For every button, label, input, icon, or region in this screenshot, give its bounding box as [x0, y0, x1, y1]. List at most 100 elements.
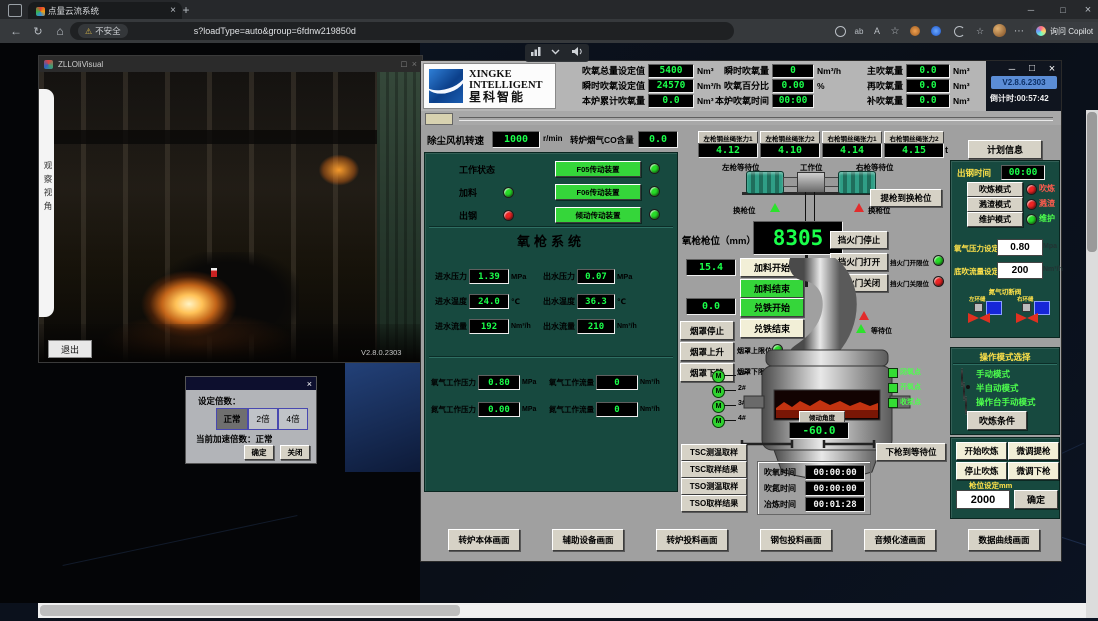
field-value: 0.0 [648, 94, 694, 108]
viewer-exit-button[interactable]: 退出 [48, 340, 92, 358]
nav-converter-charging[interactable]: 转炉投料画面 [656, 529, 728, 551]
tsc-measure-button[interactable]: TSC测温取样 [681, 444, 747, 461]
trim-raise-button[interactable]: 微调提枪 [1008, 442, 1059, 460]
home-icon[interactable]: ⌂ [50, 21, 70, 41]
browser-tab[interactable]: 点量云流系统 × [28, 2, 182, 19]
viewer-maximize-icon[interactable]: □ [401, 59, 406, 69]
valve-m-4[interactable]: M [712, 415, 725, 428]
hmi-minimize-icon[interactable]: ─ [1004, 62, 1020, 75]
new-tab-icon[interactable]: + [178, 2, 194, 18]
viewer-close-icon[interactable]: × [412, 59, 417, 69]
favorites-star-icon[interactable]: ☆ [887, 22, 903, 40]
blow-condition-button[interactable]: 吹炼条件 [967, 411, 1027, 430]
bottom-flow-input[interactable]: 200 [997, 262, 1043, 279]
refresh-icon[interactable]: ↻ [28, 21, 48, 41]
nav-data-curves[interactable]: 数据曲线画面 [968, 529, 1040, 551]
hmi-version-badge: V2.8.6.2303 [991, 76, 1057, 89]
drive-f05-button[interactable]: F05传动装置 [555, 161, 641, 177]
copilot-button[interactable]: 询问 Copilot [1031, 22, 1098, 40]
read-aloud-icon[interactable]: A [869, 22, 885, 40]
dialog-close-icon[interactable]: × [307, 379, 312, 389]
field-unit: MPa [522, 406, 544, 413]
horizontal-scrollbar-thumb[interactable] [40, 605, 460, 616]
nav-ladle-charging[interactable]: 钢包投料画面 [760, 529, 832, 551]
drive-f06-button[interactable]: F06传动装置 [555, 184, 641, 200]
lance-set-input[interactable]: 2000 [956, 490, 1010, 509]
viewer-window: ZLLOliVisual □ × 观察视角 退出 V2.8.0.2303 [38, 55, 423, 363]
tension-value: 4.10 [760, 143, 820, 158]
speed-dialog-titlebar[interactable]: × [186, 377, 316, 390]
warning-icon: ⚠ [85, 27, 92, 36]
nav-audio-slag[interactable]: 音频化渣画面 [864, 529, 936, 551]
stream-toolbar [525, 44, 589, 62]
extension-icon-3[interactable] [951, 22, 967, 40]
field-value: 1.39 [469, 269, 509, 284]
tsc-result-button[interactable]: TSC取样结果 [681, 461, 747, 478]
reader-icon[interactable] [832, 22, 848, 40]
collections-icon[interactable]: ☆ [972, 22, 988, 40]
tso-measure-button[interactable]: TSO测温取样 [681, 478, 747, 495]
lower-to-wait-button[interactable]: 下枪到等待位 [876, 443, 946, 461]
raise-to-swap-button[interactable]: 提枪到换枪位 [870, 189, 942, 207]
extension-icon-2[interactable] [931, 26, 941, 36]
field-value: 0 [596, 402, 638, 417]
lance-system-title: 氧枪系统 [425, 231, 677, 250]
valve-m-3[interactable]: M [712, 400, 725, 413]
tab-layout-icon[interactable] [8, 4, 22, 17]
water-row: 进水压力 1.39 MPa 出水压力 0.07 MPa [429, 269, 673, 284]
profile-avatar[interactable] [993, 24, 1006, 37]
address-bar[interactable]: ⚠ 不安全 s?loadType=auto&group=6fdnw219850d [70, 22, 734, 40]
hood-up-button[interactable]: 烟罩上升 [680, 342, 734, 361]
tso-result-button[interactable]: TSO取样结果 [681, 495, 747, 512]
viewer-titlebar[interactable]: ZLLOliVisual □ × [39, 56, 422, 72]
stop-blow-button[interactable]: 停止吹炼 [956, 462, 1007, 480]
tab-close-icon[interactable]: × [170, 5, 176, 16]
browser-close-icon[interactable]: × [1078, 0, 1098, 19]
trim-lower-button[interactable]: 微调下枪 [1008, 462, 1059, 480]
speed-option-2x[interactable]: 2倍 [248, 408, 278, 430]
stats-chart-icon[interactable] [530, 44, 541, 62]
nav-auxiliary-equipment[interactable]: 辅助设备画面 [552, 529, 624, 551]
slag-mode-button[interactable]: 溅渣模式 [967, 197, 1023, 212]
dialog-close-button[interactable]: 关闭 [280, 445, 310, 460]
n2-time-label: 吹氮时间 [764, 483, 796, 494]
horizontal-scrollbar[interactable] [38, 603, 1086, 618]
dictionary-icon[interactable]: ab [851, 22, 867, 40]
nav-converter-body[interactable]: 转炉本体画面 [448, 529, 520, 551]
fan-speed-label: 除尘风机转速 [427, 133, 484, 147]
browser-minimize-icon[interactable]: ─ [1018, 0, 1044, 19]
lance-set-confirm-button[interactable]: 确定 [1014, 490, 1058, 509]
maintain-mode-button[interactable]: 维护模式 [967, 212, 1023, 227]
o2-pressure-input[interactable]: 0.80 [997, 239, 1043, 256]
security-chip[interactable]: ⚠ 不安全 [78, 24, 128, 38]
hood-stop-button[interactable]: 烟罩停止 [680, 321, 734, 340]
viewer-scene[interactable] [39, 72, 422, 362]
valve-m-2[interactable]: M [712, 385, 725, 398]
hmi-maximize-icon[interactable]: □ [1024, 62, 1040, 75]
speed-dialog: × 设定倍数： 正常 2倍 4倍 当前加速倍数：正常 确定 关闭 [185, 376, 317, 464]
hood-down-button[interactable]: 烟罩下降 [680, 363, 734, 382]
firedoor-stop-button[interactable]: 挡火门停止 [830, 231, 888, 249]
blow-mode-button[interactable]: 吹炼模式 [967, 182, 1023, 197]
viewer-side-tab[interactable]: 观察视角 [39, 89, 54, 317]
speed-option-4x[interactable]: 4倍 [278, 408, 308, 430]
plan-info-button[interactable]: 计划信息 [968, 140, 1042, 159]
field-unit: ℃ [511, 297, 535, 306]
valve-m-1[interactable]: M [712, 370, 725, 383]
o2-time-label: 吹氧时间 [764, 467, 796, 478]
o2-pressure-label: 氧气压力设定 [954, 243, 999, 254]
chevron-down-icon[interactable] [550, 44, 561, 62]
more-menu-icon[interactable]: ⋯ [1011, 22, 1027, 40]
blow-mode-label: 吹炼 [1039, 183, 1055, 194]
browser-maximize-icon[interactable]: □ [1050, 0, 1076, 19]
vertical-scrollbar[interactable] [1086, 110, 1098, 618]
vertical-scrollbar-thumb[interactable] [1087, 112, 1097, 252]
hmi-close-icon[interactable]: × [1044, 62, 1060, 75]
extension-icon-1[interactable] [910, 26, 920, 36]
back-icon[interactable]: ← [6, 21, 26, 41]
speed-option-normal[interactable]: 正常 [216, 408, 248, 430]
speaker-icon[interactable] [571, 44, 584, 62]
dialog-ok-button[interactable]: 确定 [244, 445, 274, 460]
drive-tilt-button[interactable]: 倾动传动装置 [555, 207, 641, 223]
start-blow-button[interactable]: 开始吹炼 [956, 442, 1007, 460]
